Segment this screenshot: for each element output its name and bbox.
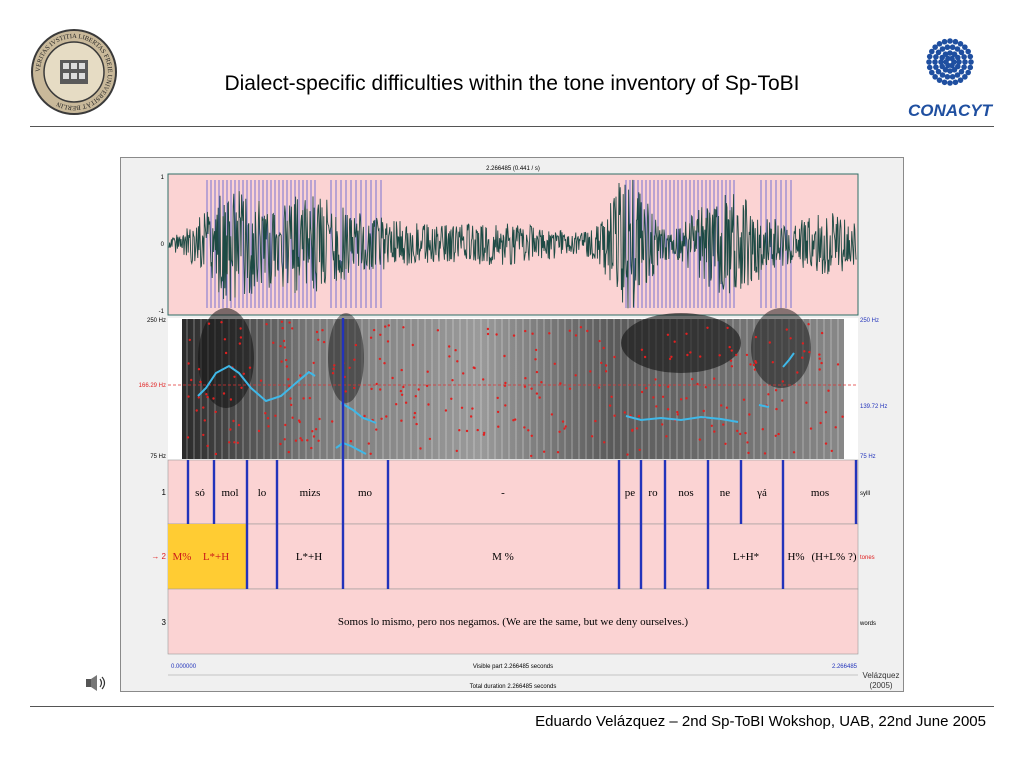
conacyt-logo-text: CONACYT bbox=[908, 101, 994, 120]
tier-3-number: 3 bbox=[162, 618, 167, 627]
tier-2-number-value: 2 bbox=[162, 552, 167, 561]
syllable-label: ro bbox=[648, 487, 658, 499]
syllable-label: mo bbox=[358, 487, 373, 499]
slide-title: Dialect-specific difficulties within the… bbox=[224, 72, 800, 95]
selection-header: 2.266485 (0.441 / s) bbox=[486, 166, 540, 172]
words-label: Somos lo mismo, pero nos negamos. (We ar… bbox=[338, 616, 688, 628]
waveform-min-label: -1 bbox=[159, 309, 165, 315]
waveform-panel[interactable] bbox=[167, 173, 859, 316]
syllable-label: - bbox=[501, 487, 505, 499]
visible-part-label[interactable]: Visible part 2.266485 seconds bbox=[473, 664, 553, 670]
visible-start-time: 0.000000 bbox=[171, 664, 197, 670]
tone-label: H% bbox=[787, 551, 804, 563]
credit-year: (2005) bbox=[869, 681, 892, 690]
pitch-bottom-left-label: 75 Hz bbox=[150, 454, 166, 460]
tier-1-number: 1 bbox=[162, 488, 167, 497]
tier-2-number: → 2 bbox=[151, 552, 166, 561]
total-duration-label[interactable]: Total duration 2.266485 seconds bbox=[470, 684, 557, 690]
syllable-label: nos bbox=[678, 487, 693, 499]
syllable-label: lo bbox=[258, 487, 267, 499]
syllable-label: mizs bbox=[300, 487, 321, 499]
tone-label: L*+H bbox=[296, 551, 322, 563]
bottom-divider bbox=[30, 706, 994, 707]
syllable-label: ne bbox=[720, 487, 731, 499]
pitch-top-left-label: 250 Hz bbox=[147, 318, 166, 324]
slide-footer: Eduardo Velázquez – 2nd Sp-ToBI Wokshop,… bbox=[535, 713, 986, 730]
spectrogram-panel[interactable] bbox=[168, 308, 858, 460]
visible-end-time: 2.266485 bbox=[832, 664, 858, 670]
tier-1-syllables[interactable] bbox=[167, 459, 859, 525]
tier-1-name: sylll bbox=[860, 491, 870, 497]
tier-3-name: words bbox=[859, 621, 876, 627]
speaker-icon[interactable] bbox=[80, 672, 110, 694]
pitch-bottom-right-label: 75 Hz bbox=[860, 454, 876, 460]
tone-label: L*+H bbox=[203, 551, 229, 563]
pitch-top-right-label: 250 Hz bbox=[860, 318, 879, 324]
tone-label: (H+L% ?) bbox=[812, 551, 857, 563]
tier-2-arrow: → bbox=[151, 552, 159, 561]
syllable-label: só bbox=[195, 487, 205, 499]
tone-label: M % bbox=[492, 551, 514, 563]
tone-label: L+H* bbox=[733, 551, 759, 563]
waveform-zero-label: 0 bbox=[161, 242, 165, 248]
waveform-max-label: 1 bbox=[161, 175, 165, 181]
conacyt-logo: CONACYT bbox=[908, 38, 994, 120]
top-divider bbox=[30, 126, 994, 127]
pitch-cursor-label: 166.29 Hz bbox=[139, 383, 166, 389]
tone-label: M% bbox=[173, 551, 192, 563]
syllable-label: mol bbox=[221, 487, 238, 499]
credit-author: Velázquez bbox=[863, 671, 900, 680]
syllable-label: mos bbox=[811, 487, 829, 499]
praat-editor-window[interactable]: 2.266485 (0.441 / s) 1 0 -1 250 Hz 250 H… bbox=[120, 157, 904, 692]
pitch-right-value-label: 139.72 Hz bbox=[860, 404, 887, 410]
tier-2-name: tones bbox=[860, 555, 875, 561]
syllable-label: γá bbox=[756, 487, 767, 499]
syllable-label: pe bbox=[625, 487, 636, 499]
